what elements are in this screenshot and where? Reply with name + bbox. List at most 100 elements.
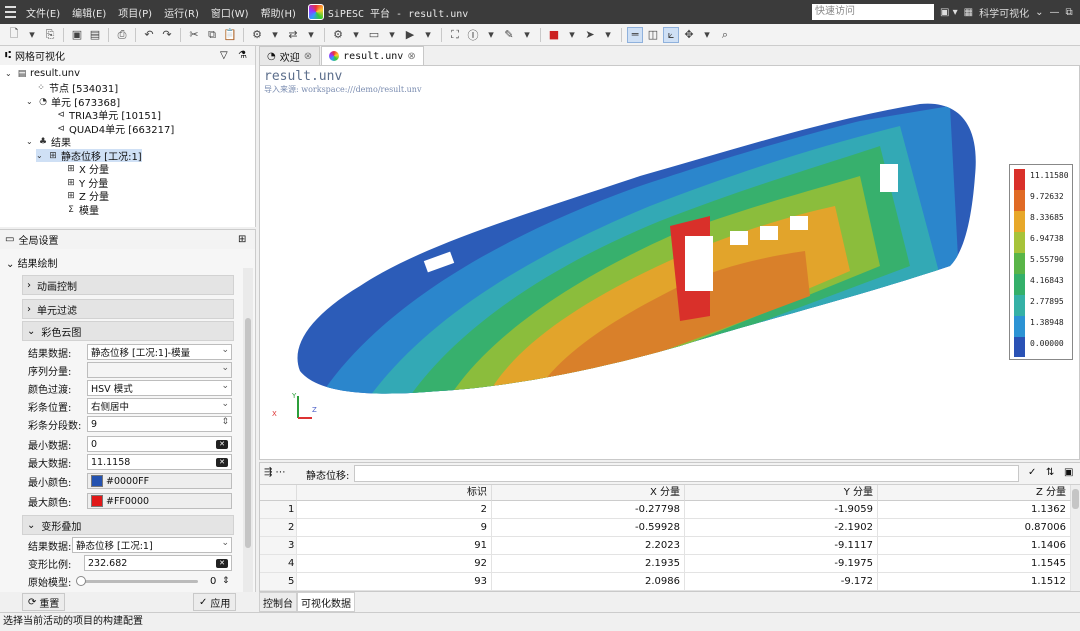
fit-view-icon[interactable]: ⛶ xyxy=(447,27,463,43)
max-data-input[interactable]: 11.1158 ✕ xyxy=(87,454,232,470)
tree-item-x[interactable]: ⊞ X 分量 xyxy=(66,162,109,177)
perspective-icon[interactable]: ▣ ▾ xyxy=(940,7,958,18)
tab-result[interactable]: result.unv ⊗ xyxy=(321,46,424,65)
axes-icon[interactable]: ⟀ xyxy=(663,26,679,43)
tab-visual-data[interactable]: 可视化数据 xyxy=(297,592,355,612)
copy-icon[interactable]: ⧉ xyxy=(204,27,220,43)
table-header-x[interactable]: X 分量 xyxy=(492,485,685,501)
tab-welcome[interactable]: ◔ 欢迎 ⊗ xyxy=(259,46,321,65)
min-color-picker[interactable]: #0000FF xyxy=(87,473,232,489)
tree-item-nodes[interactable]: ⁘ 节点 [534031] xyxy=(36,81,118,96)
zoom-icon[interactable]: ⌕ xyxy=(717,27,733,43)
dropdown-icon[interactable]: ▾ xyxy=(519,27,535,43)
text-icon[interactable]: Ⓘ xyxy=(465,27,481,43)
dropdown-icon[interactable]: ▾ xyxy=(420,27,436,43)
settings-scrollbar[interactable] xyxy=(243,268,253,592)
table-scrollbar[interactable] xyxy=(1071,485,1080,591)
bar-pos-select[interactable]: 右侧居中 ⌄ xyxy=(87,398,232,414)
section-element-filter[interactable]: › 单元过滤 xyxy=(22,299,234,319)
close-icon[interactable]: ⊗ xyxy=(407,51,415,62)
perspective-label[interactable]: 科学可视化 xyxy=(979,5,1029,20)
save-icon[interactable]: ▣ xyxy=(69,27,85,43)
dropdown-icon[interactable]: ▾ xyxy=(699,27,715,43)
dropdown-icon[interactable]: ▾ xyxy=(267,27,283,43)
bar-seg-spinner[interactable]: 9 ⇕ xyxy=(87,416,232,432)
seq-select[interactable]: ⌄ xyxy=(87,362,232,378)
dropdown-icon[interactable]: ▾ xyxy=(564,27,580,43)
paste-icon[interactable]: 📋 xyxy=(222,27,238,43)
build-gear-icon[interactable]: ⚙ xyxy=(330,27,346,43)
fuselage-model[interactable] xyxy=(260,66,1080,460)
minimize-icon[interactable]: — xyxy=(1050,7,1060,18)
clear-icon[interactable]: ✕ xyxy=(216,458,228,467)
tree-item-z[interactable]: ⊞ Z 分量 xyxy=(66,189,109,204)
settings-gear-icon[interactable]: ⚙ xyxy=(249,27,265,43)
clear-icon[interactable]: ✕ xyxy=(216,559,228,568)
split-view-icon[interactable]: ◫ xyxy=(645,27,661,43)
table-header-z[interactable]: Z 分量 xyxy=(878,485,1071,501)
table-header-y[interactable]: Y 分量 xyxy=(685,485,878,501)
spinner-icon[interactable]: ⇕ xyxy=(222,576,230,586)
chevron-down-icon[interactable]: ⌄ xyxy=(1035,7,1043,18)
undo-icon[interactable]: ↶ xyxy=(141,27,157,43)
window-icon[interactable]: ▭ xyxy=(366,27,382,43)
config-icon[interactable]: ⚗ xyxy=(238,50,247,61)
menu-edit[interactable]: 编辑(E) xyxy=(66,5,112,20)
redo-icon[interactable]: ↷ xyxy=(159,27,175,43)
perspective-grid-icon[interactable]: ▦ xyxy=(964,7,973,18)
cut-icon[interactable]: ✂ xyxy=(186,27,202,43)
tab-console[interactable]: 控制台 xyxy=(259,592,297,612)
tree-item-tria3[interactable]: ⊲ TRIA3单元 [10151] xyxy=(56,108,161,123)
new-file-icon[interactable]: 🗋 xyxy=(6,27,22,43)
dropdown-icon[interactable]: ▾ xyxy=(24,27,40,43)
render-viewport[interactable]: result.unv 导入来源: workspace:///demo/resul… xyxy=(259,65,1080,460)
dropdown-icon[interactable]: ▾ xyxy=(384,27,400,43)
section-animation[interactable]: › 动画控制 xyxy=(22,275,234,295)
save-icon[interactable]: ▣ xyxy=(1064,467,1073,478)
menu-run[interactable]: 运行(R) xyxy=(158,5,205,20)
dropdown-icon[interactable]: ▾ xyxy=(483,27,499,43)
section-contour[interactable]: ⌄ 彩色云图 xyxy=(22,321,234,341)
menu-project[interactable]: 项目(P) xyxy=(112,5,158,20)
scale-input[interactable]: 232.682 ✕ xyxy=(84,555,232,571)
pick-icon[interactable]: ✎ xyxy=(501,27,517,43)
close-icon[interactable]: ⊗ xyxy=(304,51,312,62)
scroll-thumb[interactable] xyxy=(245,318,251,548)
filter-icon[interactable]: ▽ xyxy=(220,50,228,61)
open-icon[interactable]: ⎘ xyxy=(42,27,58,43)
collapse-icon[interactable]: ⌄ xyxy=(36,151,45,160)
dropdown-icon[interactable]: ▾ xyxy=(303,27,319,43)
navigate-icon[interactable]: ✥ xyxy=(681,27,697,43)
dropdown-icon[interactable]: ▾ xyxy=(600,27,616,43)
ruler-icon[interactable]: ═ xyxy=(627,26,643,43)
clear-icon[interactable]: ✕ xyxy=(216,440,228,449)
run-icon[interactable]: ▶ xyxy=(402,27,418,43)
max-color-picker[interactable]: #FF0000 xyxy=(87,493,232,509)
list-icon[interactable]: ⇶ ⋯ xyxy=(264,467,286,478)
collapse-icon[interactable]: ⌄ xyxy=(26,137,35,146)
hamburger-menu-icon[interactable] xyxy=(0,0,20,24)
tree-item-quad4[interactable]: ⊲ QUAD4单元 [663217] xyxy=(56,122,174,137)
result-draw-header[interactable]: ⌄ 结果绘制 xyxy=(6,255,58,270)
result-data-select[interactable]: 静态位移 [工况:1]-模量 ⌄ xyxy=(87,344,232,360)
table-filter-input[interactable] xyxy=(354,465,1019,482)
menu-file[interactable]: 文件(E) xyxy=(20,5,66,20)
sort-icon[interactable]: ⇅ xyxy=(1046,467,1054,478)
color-trans-select[interactable]: HSV 模式 ⌄ xyxy=(87,380,232,396)
save-all-icon[interactable]: ▤ xyxy=(87,27,103,43)
collapse-icon[interactable]: ⌄ xyxy=(5,69,14,78)
check-icon[interactable]: ✓ xyxy=(1028,467,1036,478)
deform-data-select[interactable]: 静态位移 [工况:1] ⌄ xyxy=(72,537,232,553)
tree-item-magnitude[interactable]: Σ 模量 xyxy=(66,203,99,218)
tree-item-file[interactable]: ⌄ ▤ result.unv xyxy=(5,67,80,80)
apply-button[interactable]: ✓ 应用 xyxy=(193,593,237,611)
reset-button[interactable]: ⟳ 重置 xyxy=(22,593,66,611)
restore-icon[interactable]: ⧉ xyxy=(1066,7,1073,18)
dropdown-icon[interactable]: ▾ xyxy=(348,27,364,43)
slider-handle[interactable] xyxy=(76,576,86,586)
tree-item-results[interactable]: ⌄ ♣ 结果 xyxy=(26,135,71,150)
menu-window[interactable]: 窗口(W) xyxy=(205,5,255,20)
print-icon[interactable]: ⎙ xyxy=(114,27,130,43)
min-data-input[interactable]: 0 ✕ xyxy=(87,436,232,452)
orig-model-slider[interactable] xyxy=(76,576,198,586)
